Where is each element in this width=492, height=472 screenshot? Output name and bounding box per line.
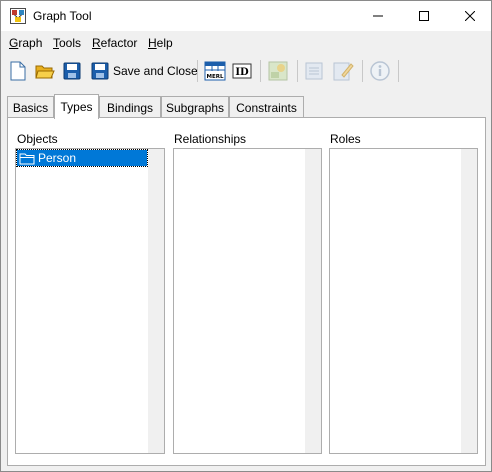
- save-and-close-button[interactable]: Save and Close: [91, 60, 198, 82]
- id-icon: ID: [232, 63, 252, 79]
- svg-text:MERL: MERL: [207, 74, 224, 80]
- save-button[interactable]: [63, 60, 81, 82]
- graph-tool-window: Graph Tool Graph Tools Refactor Help Sav…: [0, 0, 492, 472]
- tab-strip: Basics Types Bindings Subgraphs Constrai…: [7, 94, 487, 119]
- maximize-icon: [419, 11, 429, 21]
- graph-image-icon-disabled: [268, 61, 288, 81]
- save-and-close-label: Save and Close: [113, 64, 198, 78]
- open-folder-icon: [35, 65, 55, 79]
- close-button[interactable]: [447, 1, 492, 31]
- menu-refactor[interactable]: Refactor: [92, 36, 137, 50]
- new-button[interactable]: [9, 60, 27, 82]
- maximize-button[interactable]: [401, 1, 447, 31]
- menu-graph[interactable]: Graph: [9, 36, 42, 50]
- list-item-label: Person: [38, 151, 77, 165]
- title-bar: Graph Tool: [1, 1, 491, 31]
- objects-label: Objects: [17, 132, 58, 146]
- relationships-list[interactable]: [173, 148, 322, 454]
- toolbar-separator: [362, 60, 363, 82]
- toolbar-separator: [297, 60, 298, 82]
- window-title: Graph Tool: [33, 9, 92, 23]
- toolbar-separator: [260, 60, 261, 82]
- types-tab-panel: Objects Relationships Roles Person: [7, 117, 486, 466]
- menu-help[interactable]: Help: [148, 36, 173, 50]
- roles-scrollbar[interactable]: [461, 149, 477, 453]
- close-icon: [465, 11, 475, 21]
- new-document-icon: [10, 61, 26, 81]
- objects-scrollbar[interactable]: [148, 149, 164, 453]
- properties-button[interactable]: [304, 60, 324, 82]
- roles-list[interactable]: [329, 148, 478, 454]
- graph-tool-app-icon: [10, 8, 26, 24]
- minimize-button[interactable]: [355, 1, 401, 31]
- merl-grid-icon: MERL: [204, 61, 226, 81]
- save-and-close-icon: [91, 62, 109, 80]
- id-button[interactable]: ID: [232, 60, 252, 82]
- merl-button[interactable]: MERL: [204, 60, 226, 82]
- svg-text:ID: ID: [235, 67, 249, 78]
- tab-constraints[interactable]: Constraints: [229, 96, 304, 118]
- list-item-person[interactable]: Person: [16, 149, 148, 167]
- object-type-icon: [19, 153, 35, 164]
- toolbar-separator: [197, 60, 198, 82]
- info-button[interactable]: [369, 60, 391, 82]
- open-button[interactable]: [35, 60, 55, 82]
- tab-subgraphs[interactable]: Subgraphs: [161, 96, 229, 118]
- toolbar-separator: [398, 60, 399, 82]
- graph-image-button[interactable]: [267, 60, 289, 82]
- menu-tools[interactable]: Tools: [53, 36, 81, 50]
- relationships-label: Relationships: [174, 132, 247, 146]
- minimize-icon: [373, 15, 383, 17]
- save-disk-icon: [63, 62, 81, 80]
- toolbar: Save and Close MERL ID: [1, 56, 491, 88]
- menu-bar: Graph Tools Refactor Help: [1, 32, 491, 56]
- relationships-scrollbar[interactable]: [305, 149, 321, 453]
- objects-list[interactable]: Person: [15, 148, 165, 454]
- edit-pencil-icon-disabled: [333, 62, 354, 81]
- edit-button[interactable]: [332, 60, 354, 82]
- properties-icon-disabled: [305, 62, 323, 80]
- tab-types[interactable]: Types: [54, 94, 99, 119]
- info-icon-disabled: [370, 61, 390, 81]
- tab-basics[interactable]: Basics: [7, 96, 54, 118]
- tab-bindings[interactable]: Bindings: [99, 96, 161, 118]
- roles-label: Roles: [330, 132, 361, 146]
